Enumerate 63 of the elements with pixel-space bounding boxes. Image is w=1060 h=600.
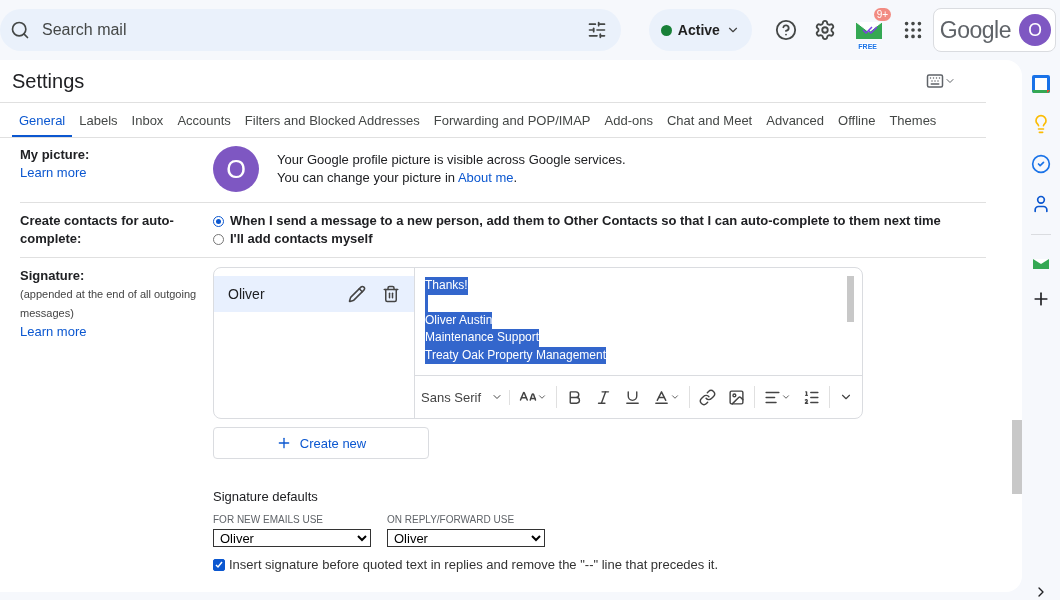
settings-tab[interactable]: General	[12, 103, 73, 137]
search-field[interactable]: Search mail	[40, 20, 577, 40]
image-icon	[728, 388, 745, 406]
field-label: ON REPLY/FORWARD USE	[387, 514, 516, 525]
about-me-link[interactable]: About me	[457, 170, 514, 185]
settings-tab[interactable]: Themes	[882, 103, 944, 137]
page-title: Settings	[12, 69, 85, 93]
checkbox-label: Insert signature before quoted text in replies and remove the "--" line that precedes it.	[229, 557, 719, 572]
radio-option[interactable]: I'll add contacts myself	[213, 230, 941, 248]
settings-icon	[814, 19, 837, 41]
font-dropdown[interactable]: Sans Serif	[421, 389, 510, 405]
settings-tab[interactable]: Labels	[72, 103, 125, 137]
picture-info-text: You can change your picture in About me.	[277, 169, 519, 187]
status-button[interactable]: Active	[648, 9, 752, 51]
text-color-icon	[653, 388, 670, 406]
learn-more-link[interactable]: Learn more	[20, 323, 213, 341]
settings-tab[interactable]: Chat and Meet	[659, 103, 760, 137]
help-icon	[774, 19, 797, 41]
settings-tab[interactable]: Offline	[831, 103, 883, 137]
account-button[interactable]: Google O	[932, 8, 1056, 52]
signature-item[interactable]: Oliver	[214, 276, 414, 312]
avatar: O	[1019, 14, 1051, 46]
picture-info-text: Your Google profile picture is visible across Google services.	[277, 151, 626, 169]
link-icon	[699, 388, 716, 406]
settings-tab[interactable]: Add-ons	[597, 103, 660, 137]
setting-label: Create contacts for auto-complete:	[20, 212, 175, 248]
create-new-button[interactable]: Create new	[213, 427, 429, 459]
search-bar[interactable]: Search mail	[0, 9, 621, 51]
caret-icon	[670, 392, 680, 402]
settings-tab[interactable]: Inbox	[124, 103, 171, 137]
setting-label: My picture:	[20, 146, 91, 164]
settings-tab[interactable]: Accounts	[170, 103, 238, 137]
keyboard-icon	[926, 72, 944, 90]
settings-tab[interactable]: Advanced	[759, 103, 832, 137]
setting-label: Signature:	[20, 267, 86, 285]
checkbox[interactable]	[213, 558, 225, 571]
dropdown-field[interactable]: Oliver	[387, 529, 545, 547]
logo-text: Google	[939, 16, 1011, 44]
checkmark-circle-icon	[1031, 154, 1051, 174]
scrollbar[interactable]	[847, 276, 854, 322]
scrollbar[interactable]	[1012, 420, 1022, 494]
learn-more-link[interactable]: Learn more	[20, 164, 213, 182]
delete-icon	[382, 285, 400, 303]
field-label: FOR NEW EMAILS USE	[213, 514, 324, 525]
filter-options-icon	[586, 20, 607, 40]
profile-avatar: O	[213, 146, 259, 192]
contact-icon	[1031, 194, 1051, 214]
numbered-list-icon	[803, 388, 820, 406]
dropdown-field[interactable]: Oliver	[213, 529, 371, 547]
section-heading: Signature defaults	[213, 489, 319, 504]
signature-text-area[interactable]: Thanks! Oliver Austin Maintenance Support Treaty Oak Property Management	[415, 268, 862, 375]
calendar-icon[interactable]	[1031, 74, 1051, 94]
notification-badge: 9+	[873, 8, 892, 21]
signature-note: (appended at the end of all outgoing messages)	[20, 287, 198, 321]
edit-icon	[348, 285, 366, 303]
caret-icon	[537, 392, 547, 402]
settings-tab[interactable]: Forwarding and POP/IMAP	[426, 103, 598, 137]
settings-tab[interactable]: Filters and Blocked Addresses	[237, 103, 427, 137]
italic-icon	[595, 388, 612, 406]
search-icon	[10, 20, 30, 40]
radio-option[interactable]: When I send a message to a new person, add them to Other Contacts so that I can auto-complete to them next time	[213, 212, 941, 230]
underline-icon	[624, 388, 641, 406]
caret-icon	[781, 392, 791, 402]
